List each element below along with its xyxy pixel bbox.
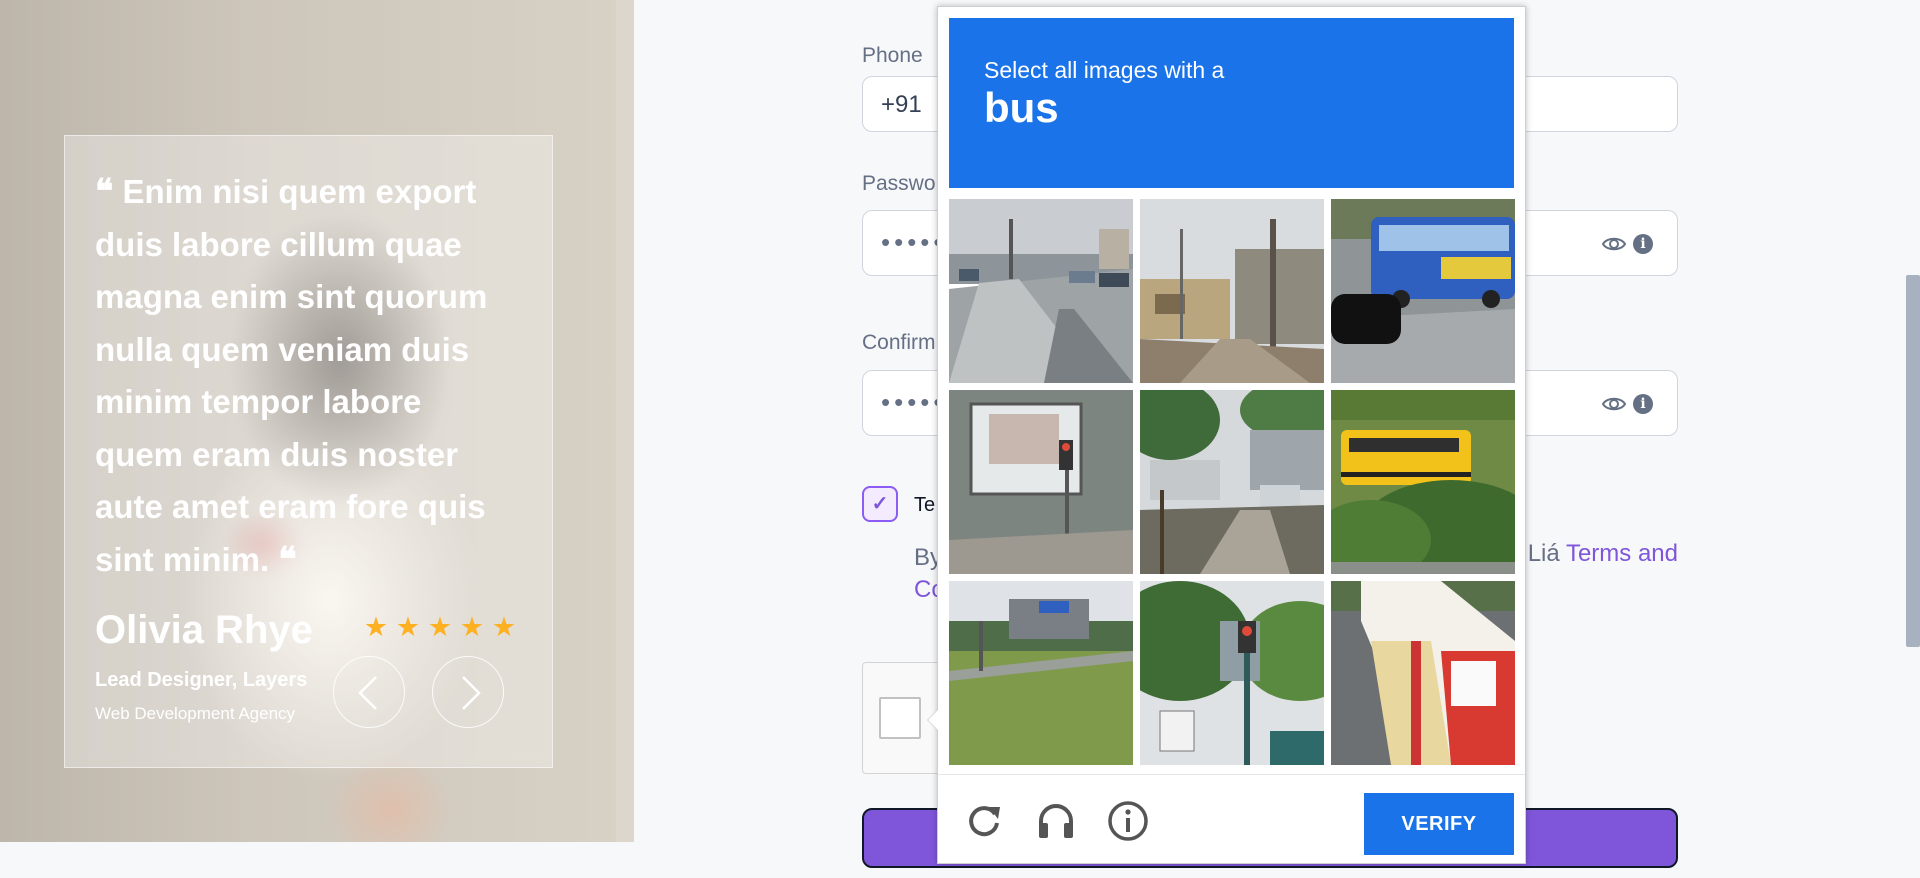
terms-checkbox[interactable]: ✓ [862,486,898,522]
hero-edge [616,0,634,842]
school-bus-image [1331,390,1515,574]
captcha-instruction-banner: Select all images with a bus [949,18,1514,188]
phone-label: Phone [862,44,923,67]
testimonial-role: Lead Designer, Layers [95,669,308,691]
captcha-tile[interactable] [949,581,1133,765]
captcha-tile[interactable] [1331,390,1515,574]
billboard-image [949,390,1133,574]
captcha-tile[interactable] [1331,199,1515,383]
captcha-instruction: Select all images with a [984,57,1225,83]
recaptcha-checkbox[interactable] [879,697,921,739]
testimonial-company: Web Development Agency [95,704,296,723]
confirm-password-label: Confirm [862,331,936,354]
blue-bus-image [1331,199,1515,383]
captcha-image-grid [949,199,1515,767]
captcha-tile[interactable] [949,199,1133,383]
street-image [1140,199,1324,383]
road-image [949,199,1133,383]
confirm-password-info-icon[interactable]: i [1633,394,1653,414]
star-icon: ★ [363,612,389,642]
chevron-right-icon [462,676,481,710]
previous-testimonial-button[interactable] [333,656,405,728]
star-icon: ★ [427,612,453,642]
red-bus-image [1331,581,1515,765]
captcha-tile[interactable] [1140,199,1324,383]
trees-road-image [1140,390,1324,574]
captcha-pointer [927,709,938,731]
close-quote-icon: ❝ [278,539,297,580]
captcha-tile[interactable] [1140,581,1324,765]
hero-image: ❝ Enim nisi quem export duis labore cill… [0,0,634,842]
verify-button[interactable]: VERIFY [1364,793,1514,855]
show-password-eye-icon[interactable] [1601,231,1627,257]
chevron-left-icon [358,676,377,710]
captcha-tile[interactable] [949,390,1133,574]
testimonial-quote-text: Enim nisi quem export duis labore cillum… [95,173,488,578]
page-scrollbar[interactable] [1906,275,1920,647]
star-icon: ★ [459,612,485,642]
star-icon: ★ [395,612,421,642]
headphones-audio-icon[interactable] [1034,799,1078,843]
password-info-icon[interactable]: i [1633,234,1653,254]
consent-tail: Liá [1527,540,1560,567]
phone-country-code: +91 [881,91,922,118]
rating-stars: ★ ★ ★ ★ ★ [363,612,517,642]
star-icon: ★ [491,612,517,642]
captcha-challenge-popup: Select all images with a bus VERIFY [927,6,1526,864]
show-confirm-password-eye-icon[interactable] [1601,391,1627,417]
field-image [949,581,1133,765]
captcha-target: bus [984,84,1059,131]
testimonial-author: Olivia Rhye [95,608,313,652]
next-testimonial-button[interactable] [432,656,504,728]
testimonial-quote: ❝ Enim nisi quem export duis labore cill… [95,166,515,586]
captcha-tile[interactable] [1331,581,1515,765]
info-icon[interactable] [1106,799,1150,843]
terms-link[interactable]: Terms and [1566,540,1678,567]
testimonial-card: ❝ Enim nisi quem export duis labore cill… [64,135,553,768]
consent-text-end: Liá Terms and [1528,540,1678,568]
captcha-footer: VERIFY [938,774,1525,864]
traffic-light-image [1140,581,1324,765]
terms-checkbox-label: Te [914,494,936,516]
captcha-tile[interactable] [1140,390,1324,574]
open-quote-icon: ❝ [95,172,114,212]
password-label: Passwo [862,172,936,195]
reload-icon[interactable] [962,799,1006,843]
